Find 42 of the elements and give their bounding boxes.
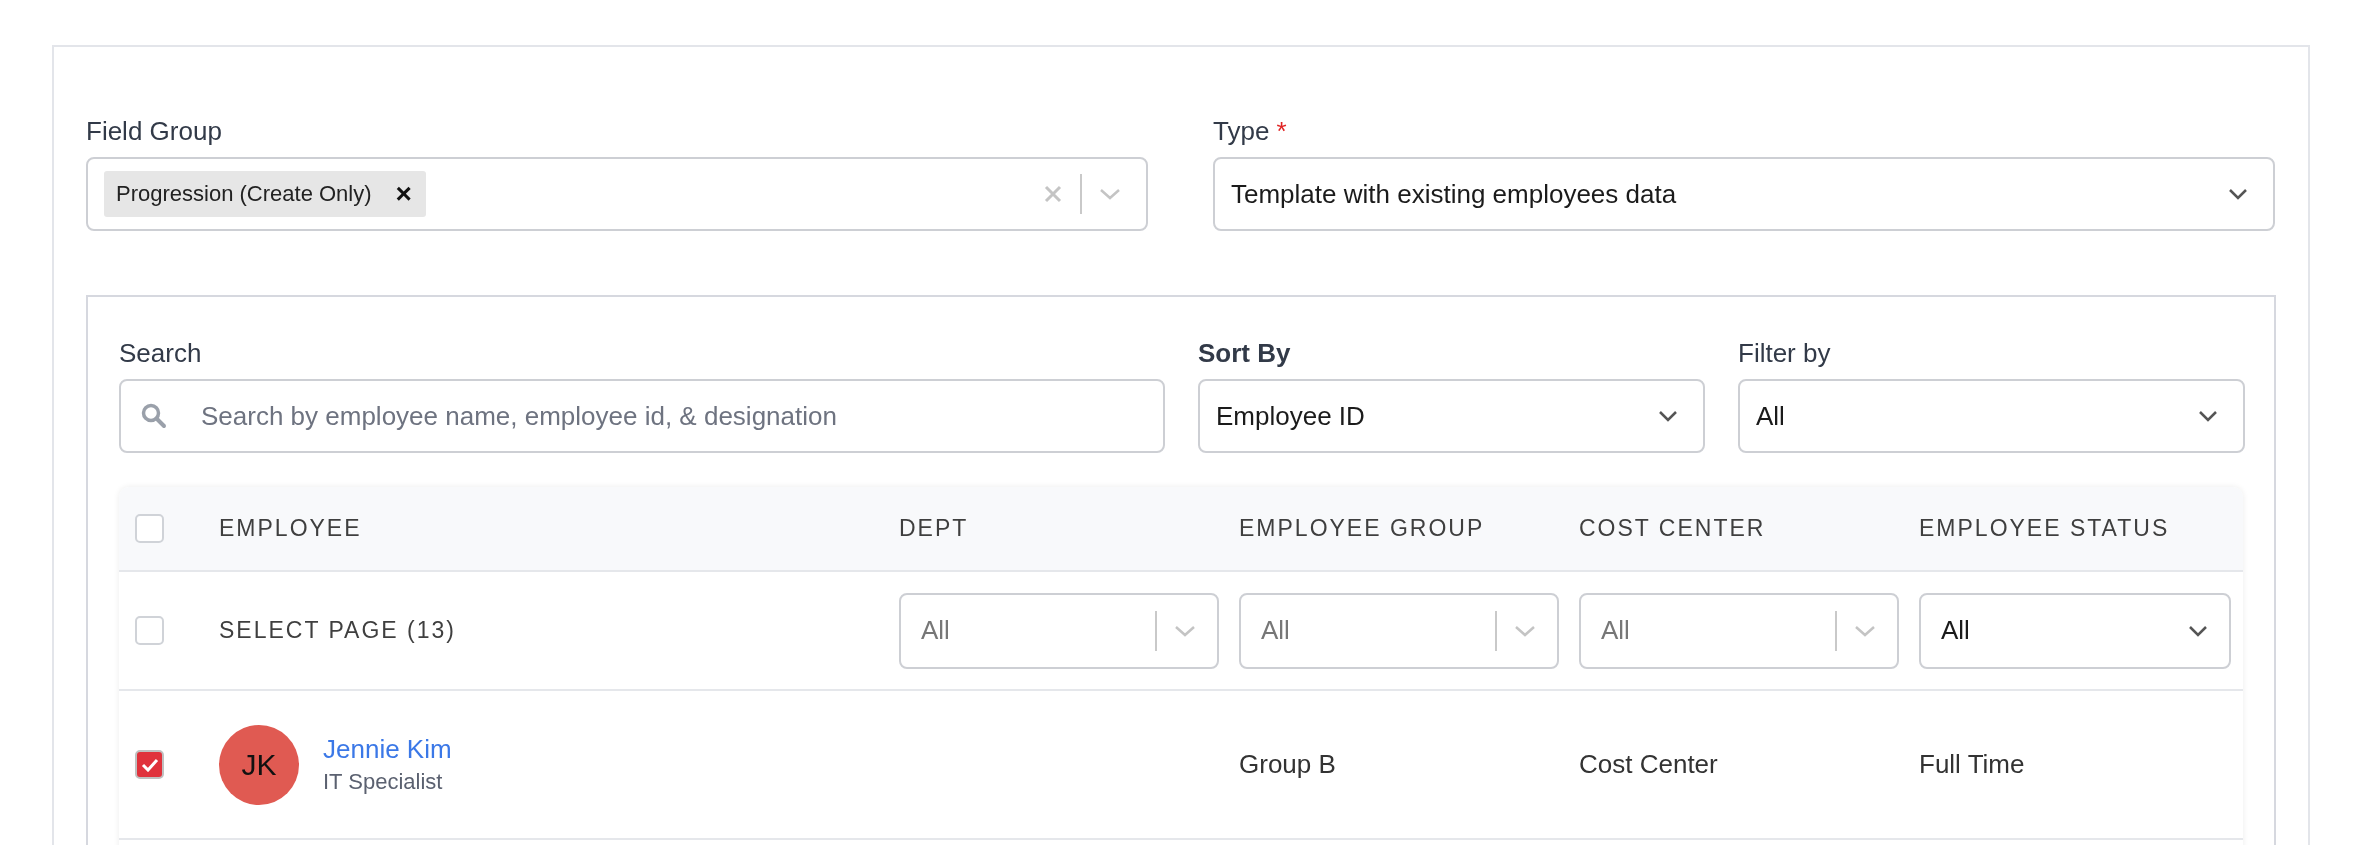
- designation: IT Specialist: [323, 769, 443, 795]
- chevron-down-icon[interactable]: [1098, 187, 1122, 201]
- chevron-down-icon: [1173, 623, 1197, 638]
- chevron-down-icon: [1853, 623, 1877, 638]
- column-header: EMPLOYEE STATUS: [1919, 515, 2170, 541]
- field-label: Filter by: [1738, 337, 1831, 369]
- column-filter-select[interactable]: All: [899, 592, 1219, 669]
- chevron-down-icon: [2187, 623, 2209, 638]
- filter-select[interactable]: All: [1738, 379, 2245, 453]
- checkbox[interactable]: [135, 616, 164, 645]
- field-label: Search: [119, 337, 202, 369]
- checkbox[interactable]: [135, 514, 164, 543]
- avatar: JK: [219, 724, 299, 805]
- chevron-down-icon: [2227, 187, 2249, 201]
- table-cell: Group B: [1239, 749, 1336, 779]
- column-header: EMPLOYEE GROUP: [1239, 515, 1485, 541]
- clear-icon[interactable]: [1042, 183, 1064, 205]
- remove-tag-button[interactable]: ×: [395, 182, 412, 206]
- field-group-select[interactable]: Progression (Create Only) ×: [86, 157, 1148, 231]
- column-header: COST CENTER: [1579, 515, 1766, 541]
- type-select[interactable]: Template with existing employees data: [1213, 157, 2275, 231]
- column-filter-select[interactable]: All: [1919, 592, 2231, 669]
- tag-label: Progression (Create Only): [116, 181, 372, 207]
- employee-name-link[interactable]: Jennie Kim: [323, 734, 452, 765]
- check-icon: [140, 757, 159, 772]
- checkbox[interactable]: [135, 750, 164, 779]
- field-label: Sort By: [1198, 337, 1291, 369]
- column-filter-select[interactable]: All: [1579, 592, 1899, 669]
- table-cell: Full Time: [1919, 749, 2025, 779]
- search-icon: [141, 403, 167, 429]
- column-header: DEPT: [899, 515, 969, 541]
- chevron-down-icon: [1513, 623, 1537, 638]
- field-label: Field Group: [86, 115, 222, 147]
- column-filter-select[interactable]: All: [1239, 592, 1559, 669]
- column-header: EMPLOYEE: [219, 515, 362, 541]
- chevron-down-icon: [2197, 409, 2219, 423]
- chevron-down-icon: [1657, 409, 1679, 423]
- table-cell: Cost Center: [1579, 749, 1718, 779]
- field-label: Type *: [1213, 115, 1287, 147]
- sort-select[interactable]: Employee ID: [1198, 379, 1705, 453]
- select-page-label: SELECT PAGE (13): [219, 617, 456, 643]
- search-field[interactable]: Search by employee name, employee id, & designation: [119, 379, 1165, 453]
